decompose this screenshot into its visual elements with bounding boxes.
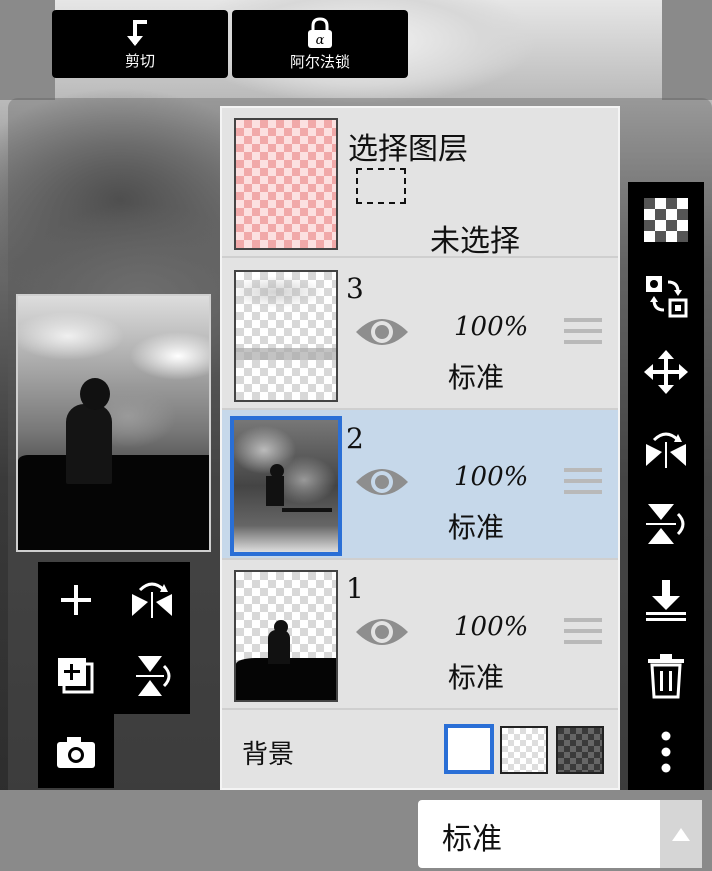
background-row: 背景: [222, 712, 618, 788]
canvas-margin-left: [0, 0, 55, 100]
layer-row-3[interactable]: 3 100% 标准: [222, 260, 618, 410]
background-transparent-swatch[interactable]: [500, 726, 548, 774]
flip-vertical-button[interactable]: [114, 638, 190, 714]
preview-figure-head: [80, 378, 110, 410]
layer-row-2[interactable]: 2 100% 标准: [222, 410, 618, 560]
layer-name: 3: [346, 272, 364, 305]
drag-handle-icon[interactable]: [564, 468, 602, 501]
canvas-margin-right: [662, 0, 712, 100]
eye-icon: [356, 469, 408, 495]
visibility-toggle[interactable]: [354, 314, 410, 354]
preview-sky: [18, 296, 209, 466]
flip-horizontal-icon: [132, 582, 172, 618]
selection-layer-row[interactable]: 选择图层 未选择: [222, 108, 618, 259]
transparency-icon: [644, 198, 688, 242]
alpha-lock-label: 阿尔法锁: [289, 52, 350, 71]
move-button[interactable]: [628, 334, 704, 410]
layer-thumbnail-3: [234, 270, 338, 402]
duplicate-layer-icon: [58, 658, 94, 694]
flip-vertical-icon: [646, 504, 685, 544]
add-layer-button[interactable]: [38, 562, 114, 638]
layer-thumbnail-1: [234, 570, 338, 702]
layer-blend-mode: 标准: [448, 661, 505, 694]
drag-handle-icon[interactable]: [564, 318, 602, 351]
flip-horizontal-icon: [646, 432, 686, 468]
layer-name: 2: [346, 422, 364, 455]
preview-figure-body: [66, 404, 112, 484]
blend-mode-value: 标准: [442, 822, 502, 857]
selection-layer-title: 选择图层: [348, 132, 468, 167]
flip-vertical-button-right[interactable]: [628, 486, 704, 562]
more-button[interactable]: [628, 714, 704, 790]
layer-opacity[interactable]: 100%: [454, 462, 528, 492]
clip-button[interactable]: 剪切: [52, 10, 228, 78]
trash-icon: [648, 654, 684, 699]
layer-blend-mode: 标准: [448, 511, 505, 544]
swap-icon: [646, 276, 688, 318]
merge-down-button[interactable]: [628, 562, 704, 638]
layer-opacity[interactable]: 100%: [454, 312, 528, 342]
visibility-toggle[interactable]: [354, 464, 410, 504]
flip-horizontal-button-right[interactable]: [628, 410, 704, 486]
flip-vertical-icon: [136, 656, 171, 696]
move-icon: [644, 350, 688, 394]
visibility-toggle[interactable]: [354, 614, 410, 654]
selection-status: 未选择: [430, 224, 520, 259]
transparency-button[interactable]: [628, 182, 704, 258]
canvas-preview: [16, 294, 211, 552]
swap-button[interactable]: [628, 258, 704, 334]
left-toolbox: [38, 562, 190, 788]
drag-handle-icon[interactable]: [564, 618, 602, 651]
delete-layer-button[interactable]: [628, 638, 704, 714]
alpha-lock-button[interactable]: α 阿尔法锁: [232, 10, 408, 78]
svg-text:α: α: [316, 33, 325, 48]
eye-icon: [356, 319, 408, 345]
more-icon: [661, 731, 671, 773]
layer-blend-mode: 标准: [448, 361, 505, 394]
background-dark-swatch[interactable]: [556, 726, 604, 774]
add-layer-icon: [61, 585, 91, 615]
layer-list-panel: 选择图层 未选择 3 100% 标准 2 100% 标准 1 100% 标准 背…: [220, 106, 620, 790]
flip-horizontal-button[interactable]: [114, 562, 190, 638]
background-white-swatch[interactable]: [444, 724, 494, 774]
layer-row-1[interactable]: 1 100% 标准: [222, 560, 618, 710]
clip-arrow-icon: [127, 19, 147, 46]
blend-mode-dropdown-button[interactable]: [660, 800, 702, 868]
camera-icon: [57, 737, 95, 768]
caret-up-icon: [672, 828, 690, 841]
layer-opacity[interactable]: 100%: [454, 612, 528, 642]
selection-layer-thumbnail: [234, 118, 338, 250]
selection-marquee-icon: [356, 168, 406, 204]
merge-down-icon: [646, 580, 686, 621]
preview-ground: [18, 455, 209, 550]
alpha-lock-icon: α: [308, 16, 332, 48]
clip-label: 剪切: [124, 51, 155, 70]
background-label: 背景: [242, 740, 295, 770]
eye-icon: [356, 619, 408, 645]
right-toolbar: [628, 182, 704, 790]
duplicate-layer-button[interactable]: [38, 638, 114, 714]
layer-thumbnail-2: [230, 416, 342, 556]
blend-mode-select[interactable]: 标准: [418, 800, 660, 868]
layer-name: 1: [346, 572, 364, 605]
camera-button[interactable]: [38, 714, 114, 790]
